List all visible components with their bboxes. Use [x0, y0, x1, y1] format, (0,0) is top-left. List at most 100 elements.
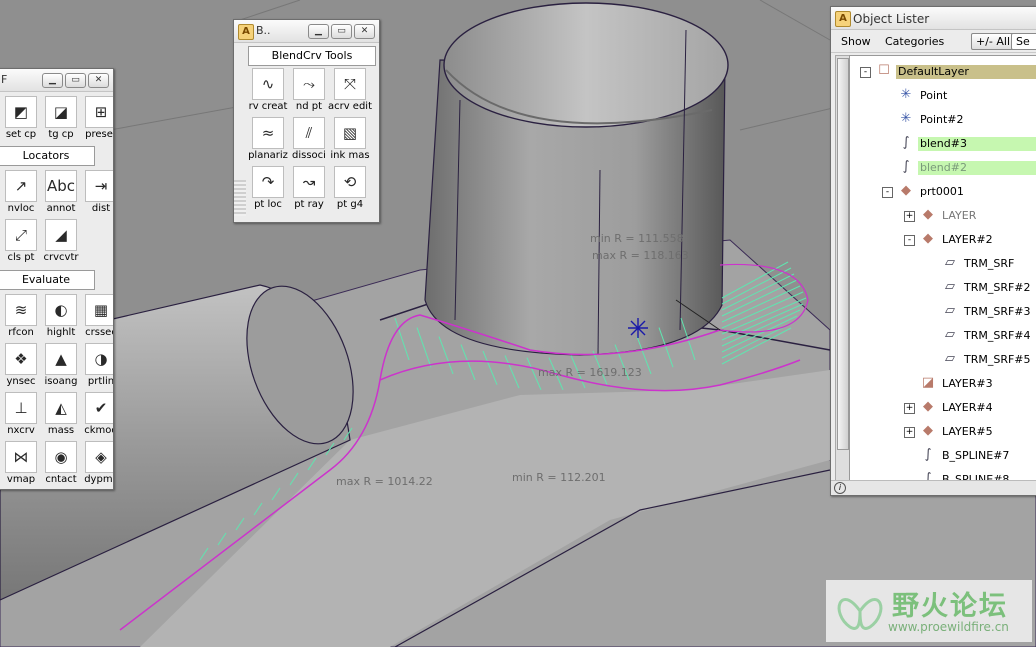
object-lister-title: Object Lister — [853, 12, 930, 26]
blend-create-tool[interactable]: ∿ rv creat — [248, 68, 288, 116]
dypms-tool[interactable]: ◈dypms — [81, 441, 113, 489]
crssec-tool[interactable]: ▦ crssec — [81, 294, 113, 342]
close-icon[interactable]: ✕ — [88, 73, 109, 88]
minimize-icon[interactable]: ▁ — [42, 73, 63, 88]
app-logo-icon: A — [238, 24, 254, 40]
tree-row[interactable]: ▱ TRM_SRF#4 — [850, 324, 1036, 348]
tree-row[interactable]: ▱ TRM_SRF#3 — [850, 300, 1036, 324]
expand-icon[interactable]: + — [904, 211, 915, 222]
cls-pt-icon: ⤢ — [5, 219, 37, 251]
collapse-icon[interactable]: - — [882, 187, 893, 198]
categories-menu[interactable]: Categories — [885, 35, 944, 48]
scrollbar-thumb[interactable] — [837, 58, 849, 450]
planarize-tool[interactable]: ≈ planariz — [248, 117, 288, 165]
ynsec-tool[interactable]: ❖ ynsec — [1, 343, 41, 391]
spline-icon: ∫ — [924, 447, 932, 462]
tree-row[interactable]: - ◆ LAYER#2 — [850, 228, 1036, 252]
rfcon-tool[interactable]: ≋ rfcon — [1, 294, 41, 342]
annot-tool[interactable]: Abc annot — [41, 170, 81, 218]
maximize-icon[interactable]: ▭ — [65, 73, 86, 88]
blendcrv-tab[interactable]: BlendCrv Tools — [248, 46, 376, 66]
tree-item-label: TRM_SRF#3 — [964, 305, 1031, 318]
acrv-edit-tool[interactable]: ⤧ acrv edit — [328, 68, 372, 116]
trim-surface-icon: ▱ — [945, 351, 955, 366]
tree-item-label: DefaultLayer — [896, 65, 1036, 79]
collapse-icon[interactable]: - — [904, 235, 915, 246]
info-icon[interactable]: i — [834, 482, 846, 494]
tree-row[interactable]: - ◆ prt0001 — [850, 180, 1036, 204]
vmap-tool[interactable]: ⋈ vmap — [1, 441, 41, 489]
forum-watermark: 野火论坛 www.proewildfire.cn — [826, 580, 1032, 642]
prtlin-tool[interactable]: ◑ prtlin — [81, 343, 114, 391]
tree-row[interactable]: ▱ TRM_SRF#2 — [850, 276, 1036, 300]
collapse-icon[interactable]: - — [860, 67, 871, 78]
radius-annotation: min R = 111.558 — [590, 232, 684, 245]
blendcrv-title: B.. — [256, 24, 271, 37]
crvcvtr-tool[interactable]: ◢ crvcvtr — [41, 219, 81, 267]
layer-icon: ◆ — [923, 423, 933, 438]
tree-row[interactable]: ◪ LAYER#3 — [850, 372, 1036, 396]
highlt-tool[interactable]: ◐ highlt — [41, 294, 81, 342]
mass-tool[interactable]: ◭ mass — [41, 392, 81, 440]
search-field[interactable]: Se — [1011, 33, 1036, 50]
section-locators[interactable]: Locators — [0, 146, 95, 166]
tool-label: preset — [85, 129, 114, 140]
tool-label: rv creat — [248, 101, 288, 112]
blendcrv-palette: A B.. ▁ ▭ ✕ BlendCrv Tools ∿ rv creat ⤳ nd … — [233, 19, 380, 223]
rfcon-icon: ≋ — [5, 294, 37, 326]
tree-item-label: B_SPLINE#7 — [942, 449, 1010, 462]
part-icon: ◆ — [901, 183, 911, 198]
crssec-icon: ▦ — [85, 294, 113, 326]
trim-surface-icon: ▱ — [945, 303, 955, 318]
blend-create-icon: ∿ — [252, 68, 284, 100]
object-lister-menubar: Show Categories +/- All Se — [831, 30, 1036, 53]
set-cp-tool[interactable]: ◩ set cp — [1, 96, 41, 144]
close-icon[interactable]: ✕ — [354, 24, 375, 39]
tool-label: ink mas — [330, 150, 370, 161]
set-cp-icon: ◩ — [5, 96, 37, 128]
tree-row[interactable]: ✳ Point#2 — [850, 108, 1036, 132]
maximize-icon[interactable]: ▭ — [331, 24, 352, 39]
nxcrv-tool[interactable]: ⊥ nxcrv — [1, 392, 41, 440]
ink-mas-tool[interactable]: ▧ ink mas — [330, 117, 370, 165]
section-evaluate[interactable]: Evaluate — [0, 270, 95, 290]
pt-loc-tool[interactable]: ↷ pt loc — [248, 166, 288, 214]
pt-g4-tool[interactable]: ⟲ pt g4 — [330, 166, 370, 214]
tree-row[interactable]: ▱ TRM_SRF — [850, 252, 1036, 276]
toggle-all-button[interactable]: +/- All — [971, 33, 1016, 50]
nxcrv-icon: ⊥ — [5, 392, 37, 424]
expand-icon[interactable]: + — [904, 403, 915, 414]
tool-label: dissoci — [292, 150, 326, 161]
tree-row[interactable]: + ◆ LAYER — [850, 204, 1036, 228]
expand-icon[interactable]: + — [904, 427, 915, 438]
tool-label: prtlin — [87, 376, 114, 387]
pt-ray-icon: ↝ — [293, 166, 325, 198]
cls-pt-tool[interactable]: ⤢ cls pt — [1, 219, 41, 267]
tree-row[interactable]: + ◆ LAYER#5 — [850, 420, 1036, 444]
show-menu[interactable]: Show — [841, 35, 871, 48]
cntact-tool[interactable]: ◉ cntact — [41, 441, 81, 489]
tree-item-label: Point#2 — [920, 113, 964, 126]
minimize-icon[interactable]: ▁ — [308, 24, 329, 39]
tree-row[interactable]: ✳ Point — [850, 84, 1036, 108]
tree-row[interactable]: ∫ blend#2 — [850, 156, 1036, 180]
tree-row[interactable]: ∫ B_SPLINE#7 — [850, 444, 1036, 468]
nvloc-tool[interactable]: ↗ nvloc — [1, 170, 41, 218]
dissociate-tool[interactable]: ⫽ dissoci — [289, 117, 329, 165]
pt-ray-tool[interactable]: ↝ pt ray — [289, 166, 329, 214]
ckmod-tool[interactable]: ✔ckmod — [81, 392, 113, 440]
object-lister-titlebar[interactable]: A Object Lister — [831, 7, 1036, 30]
preset-tool[interactable]: ⊞ preset — [81, 96, 114, 144]
tree-item-label: LAYER#3 — [942, 377, 993, 390]
blendcrv-titlebar[interactable]: A B.. ▁ ▭ ✕ — [234, 20, 379, 43]
tg-cp-tool[interactable]: ◪ tg cp — [41, 96, 81, 144]
tree-row[interactable]: ▱ TRM_SRF#5 — [850, 348, 1036, 372]
tree-row[interactable]: ∫ blend#3 — [850, 132, 1036, 156]
blend-point-tool[interactable]: ⤳ nd pt — [289, 68, 329, 116]
isoang-tool[interactable]: ▲ isoang — [41, 343, 81, 391]
tree-row[interactable]: - ☐ DefaultLayer — [850, 60, 1036, 84]
left-palette-titlebar[interactable]: F ▁ ▭ ✕ — [0, 69, 113, 92]
tree-row[interactable]: + ◆ LAYER#4 — [850, 396, 1036, 420]
dist-tool[interactable]: ⇥ dist — [81, 170, 113, 218]
tree-item-label: LAYER#2 — [942, 233, 993, 246]
